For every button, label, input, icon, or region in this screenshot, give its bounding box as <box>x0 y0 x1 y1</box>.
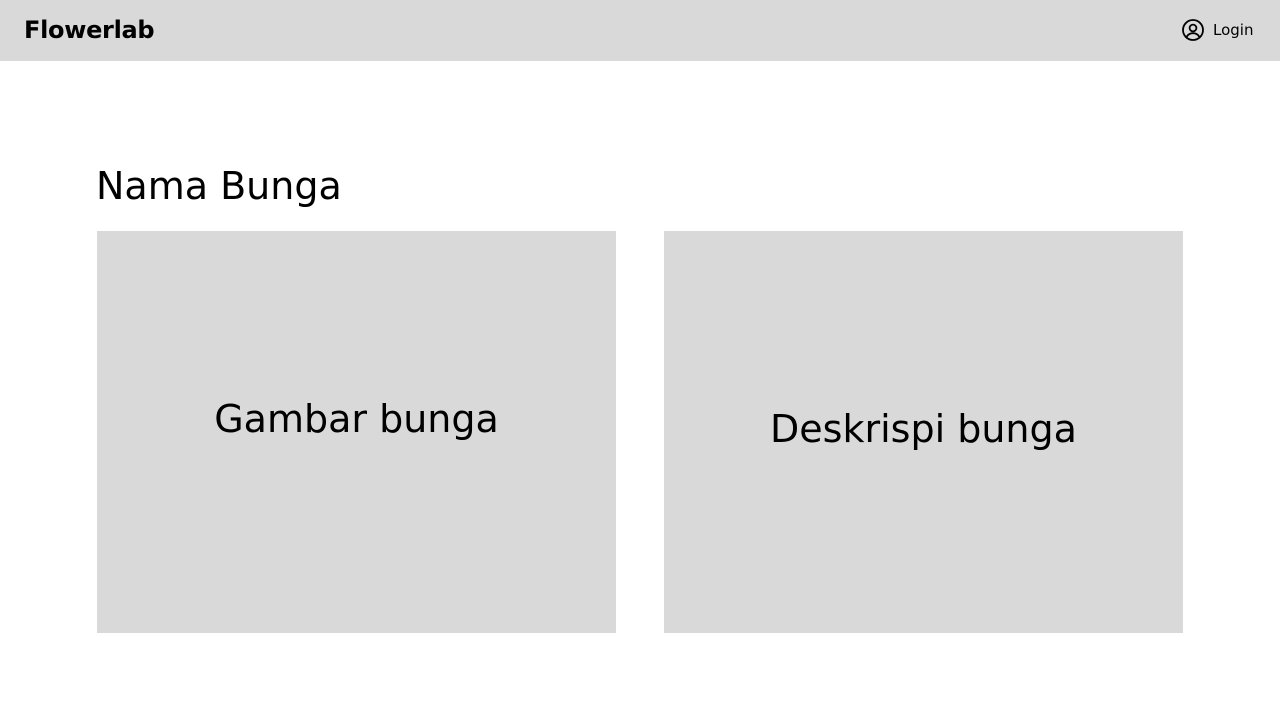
flower-image-placeholder: Gambar bunga <box>97 231 616 633</box>
flower-description-panel: Deskrispi bunga <box>664 231 1183 633</box>
login-button[interactable]: Login <box>1181 18 1253 42</box>
brand-logo[interactable]: Flowerlab <box>24 14 155 46</box>
login-label: Login <box>1213 21 1254 39</box>
flower-image-label: Gambar bunga <box>214 397 499 441</box>
page-title: Nama Bunga <box>96 164 342 208</box>
flower-description-label: Deskrispi bunga <box>770 407 1077 451</box>
user-circle-icon <box>1181 18 1205 42</box>
top-navbar: Flowerlab Login <box>0 0 1280 61</box>
